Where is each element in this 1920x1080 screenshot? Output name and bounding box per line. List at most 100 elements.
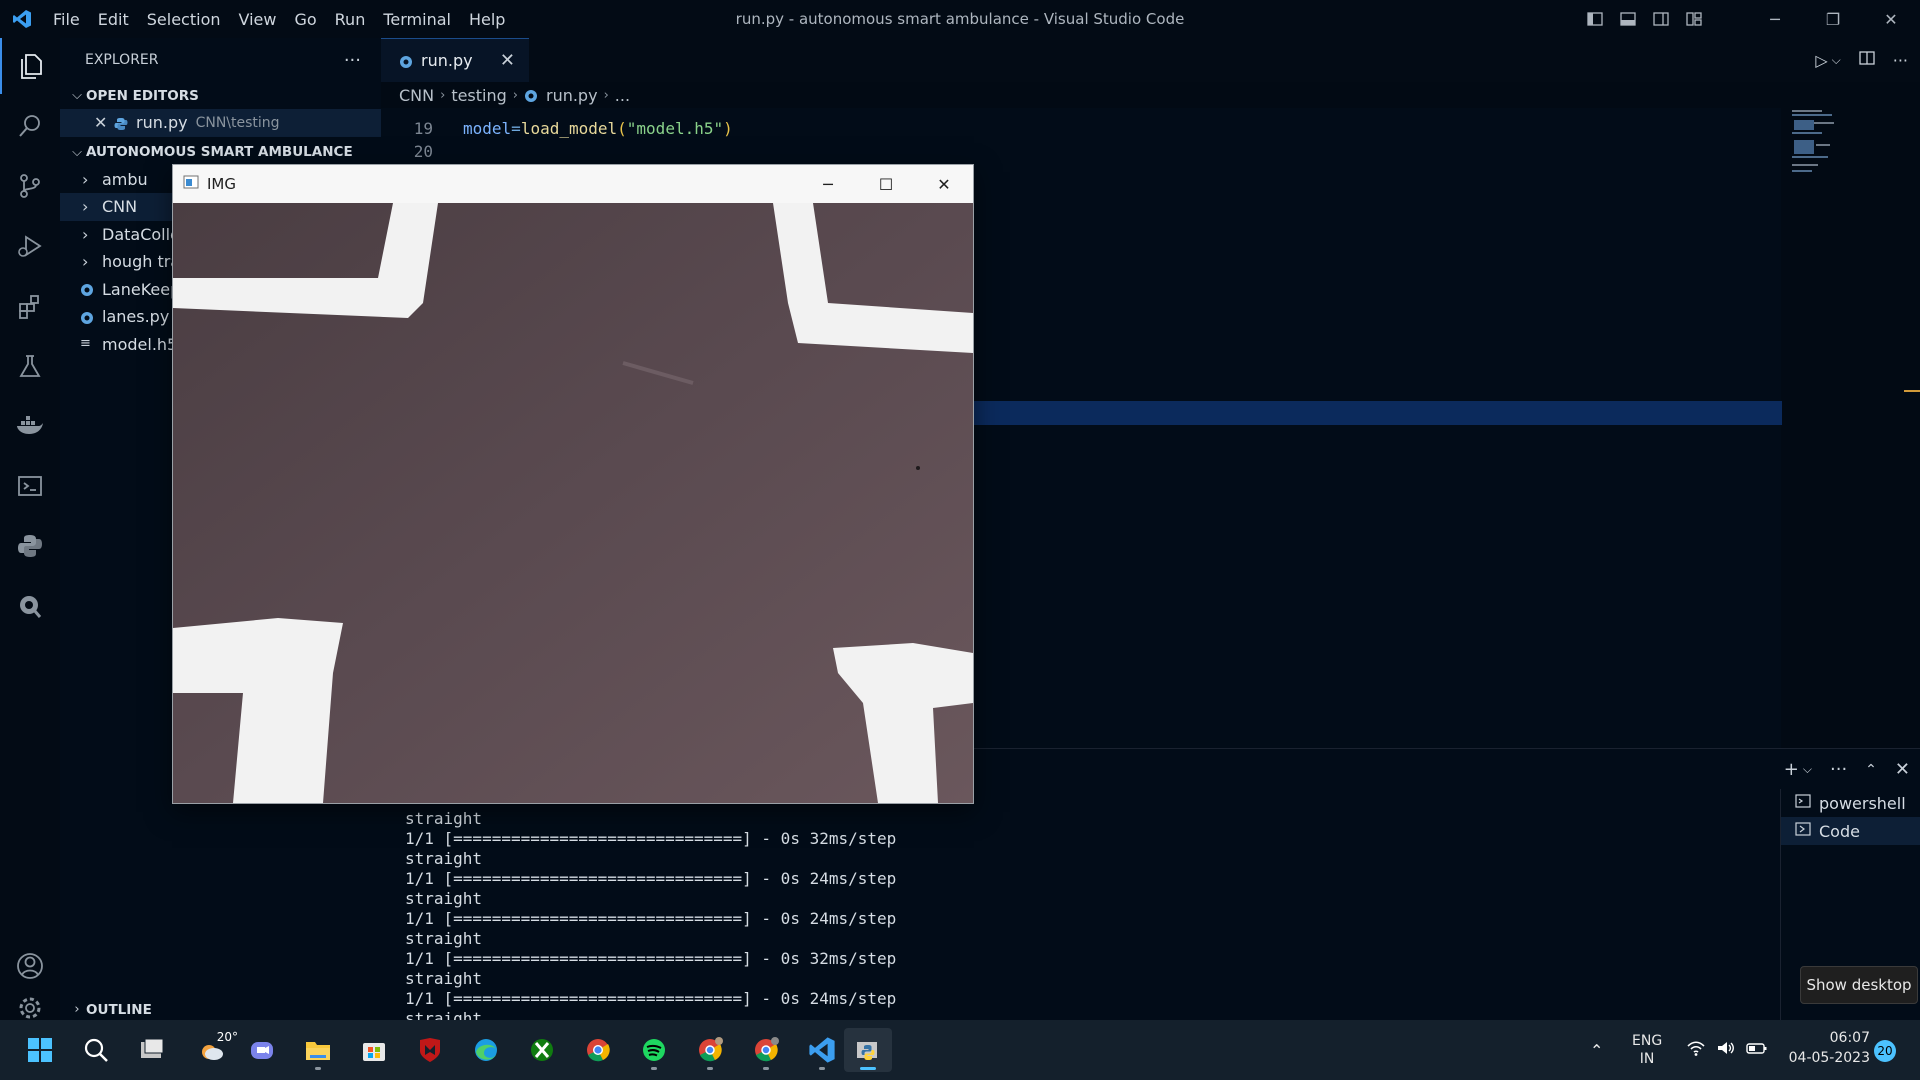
open-editor-item[interactable]: ✕ run.py CNN\testing [60, 109, 381, 137]
img-window-title: IMG [207, 175, 236, 193]
close-button[interactable]: ✕ [1862, 10, 1920, 29]
menu-go[interactable]: Go [285, 10, 325, 29]
project-section[interactable]: ⌵ AUTONOMOUS SMART AMBULANCE [60, 139, 381, 166]
breadcrumb-cnn[interactable]: CNN [399, 86, 434, 105]
clock-date: 04-05-2023 [1788, 1050, 1870, 1066]
language-indicator[interactable]: ENG IN [1632, 1020, 1662, 1080]
task-view-icon[interactable] [130, 1028, 174, 1072]
chevron-down-icon[interactable]: ⌵ [1832, 53, 1841, 68]
spotify-icon[interactable] [632, 1028, 676, 1072]
python-taskbar-icon[interactable] [844, 1028, 892, 1072]
notification-badge[interactable]: 20 [1874, 1040, 1896, 1062]
outline-section[interactable]: › OUTLINE [60, 996, 381, 1023]
terminal-icon [1795, 821, 1811, 841]
language-region: IN [1639, 1051, 1655, 1067]
menu-terminal[interactable]: Terminal [374, 10, 460, 29]
more-actions-icon[interactable]: ··· [1893, 51, 1908, 70]
extensions-icon[interactable] [0, 278, 60, 334]
close-panel-icon[interactable]: ✕ [1895, 759, 1910, 780]
chrome-icon[interactable] [576, 1028, 620, 1072]
title-bar: File Edit Selection View Go Run Terminal… [0, 0, 1920, 38]
chat-icon[interactable] [240, 1028, 284, 1072]
menu-run[interactable]: Run [326, 10, 375, 29]
python-icon[interactable] [0, 518, 60, 574]
img-maximize-button[interactable]: ☐ [857, 165, 915, 203]
code-text: model=load_model("model.h5") [463, 119, 733, 138]
toggle-secondary-sidebar-icon[interactable] [1644, 11, 1677, 27]
menu-bar: File Edit Selection View Go Run Terminal… [44, 10, 514, 29]
tab-run-py[interactable]: run.py ✕ [381, 38, 529, 82]
testing-icon[interactable] [0, 338, 60, 394]
search-icon[interactable] [74, 1028, 118, 1072]
vscode-logo-icon [0, 0, 44, 38]
close-editor-icon[interactable]: ✕ [94, 113, 114, 132]
activity-bar [0, 38, 60, 1020]
img-close-button[interactable]: ✕ [915, 165, 973, 203]
terminal-output[interactable]: straight 1/1 [==========================… [405, 809, 896, 1029]
vscode-taskbar-icon[interactable] [800, 1028, 844, 1072]
terminal-session-code[interactable]: Code [1781, 817, 1920, 845]
panel-actions: + ⌵ ··· ⌃ ✕ [1784, 759, 1910, 780]
tree-item-label: LaneKeep [102, 279, 181, 299]
accounts-icon[interactable] [0, 938, 60, 994]
weather-widget[interactable]: 20° [186, 1028, 238, 1072]
toggle-panel-icon[interactable] [1611, 11, 1644, 27]
breadcrumb-run-py[interactable]: run.py [546, 86, 598, 105]
language-code: ENG [1632, 1033, 1663, 1049]
chrome-profile-icon[interactable] [688, 1028, 732, 1072]
python-file-icon [80, 310, 94, 324]
split-editor-icon[interactable] [1859, 50, 1875, 70]
run-python-icon[interactable]: ▷ [1815, 51, 1827, 70]
code-line: 20 [381, 140, 433, 163]
line-number: 19 [413, 119, 433, 138]
chrome-profile-icon[interactable] [744, 1028, 788, 1072]
docker-icon[interactable] [0, 398, 60, 454]
chevron-down-icon[interactable]: ⌵ [1803, 762, 1812, 777]
mcafee-icon[interactable] [408, 1028, 452, 1072]
new-terminal-icon[interactable]: + [1784, 759, 1799, 780]
menu-edit[interactable]: Edit [89, 10, 138, 29]
system-tray-icons[interactable] [1686, 1020, 1768, 1080]
clock[interactable]: 06:07 04-05-2023 [1780, 1028, 1870, 1068]
explorer-icon[interactable] [0, 38, 60, 94]
outline-title: OUTLINE [86, 1001, 152, 1018]
maximize-panel-icon[interactable]: ⌃ [1865, 762, 1877, 778]
more-actions-icon[interactable]: ··· [1830, 759, 1847, 780]
show-desktop-tooltip: Show desktop [1800, 966, 1918, 1004]
open-editors-title: OPEN EDITORS [86, 87, 199, 104]
chevron-right-icon: › [82, 169, 89, 189]
terminal-session-powershell[interactable]: powershell [1781, 789, 1920, 817]
show-hidden-icons[interactable]: ⌃ [1590, 1020, 1603, 1080]
img-window[interactable]: IMG ─ ☐ ✕ [172, 164, 974, 804]
edge-icon[interactable] [464, 1028, 508, 1072]
menu-view[interactable]: View [230, 10, 286, 29]
menu-selection[interactable]: Selection [138, 10, 230, 29]
chevron-right-icon: › [82, 252, 89, 272]
manage-gear-icon[interactable] [0, 994, 60, 1020]
close-tab-icon[interactable]: ✕ [500, 50, 515, 71]
chevron-right-icon: › [82, 197, 89, 217]
xbox-icon[interactable] [520, 1028, 564, 1072]
microsoft-store-icon[interactable] [352, 1028, 396, 1072]
toggle-primary-sidebar-icon[interactable] [1578, 11, 1611, 27]
source-control-icon[interactable] [0, 158, 60, 214]
breadcrumb-symbol[interactable]: ... [615, 86, 630, 105]
minimap[interactable] [1786, 108, 1906, 758]
python-file-icon [114, 116, 128, 130]
img-minimize-button[interactable]: ─ [799, 165, 857, 203]
search-icon[interactable] [0, 98, 60, 154]
menu-help[interactable]: Help [460, 10, 514, 29]
explorer-more-button[interactable]: ··· [344, 50, 361, 71]
breadcrumb-testing[interactable]: testing [451, 86, 506, 105]
weather-temperature: 20° [216, 1030, 238, 1044]
run-debug-icon[interactable] [0, 218, 60, 274]
terminal-view-icon[interactable] [0, 458, 60, 514]
remote-explorer-icon[interactable] [0, 578, 60, 634]
minimize-button[interactable]: ─ [1746, 10, 1804, 29]
file-explorer-icon[interactable] [296, 1028, 340, 1072]
customize-layout-icon[interactable] [1677, 11, 1710, 27]
menu-file[interactable]: File [44, 10, 89, 29]
restore-button[interactable]: ❐ [1804, 10, 1862, 29]
open-editors-section[interactable]: ⌵ OPEN EDITORS [60, 82, 381, 109]
start-button-icon[interactable] [18, 1028, 62, 1072]
